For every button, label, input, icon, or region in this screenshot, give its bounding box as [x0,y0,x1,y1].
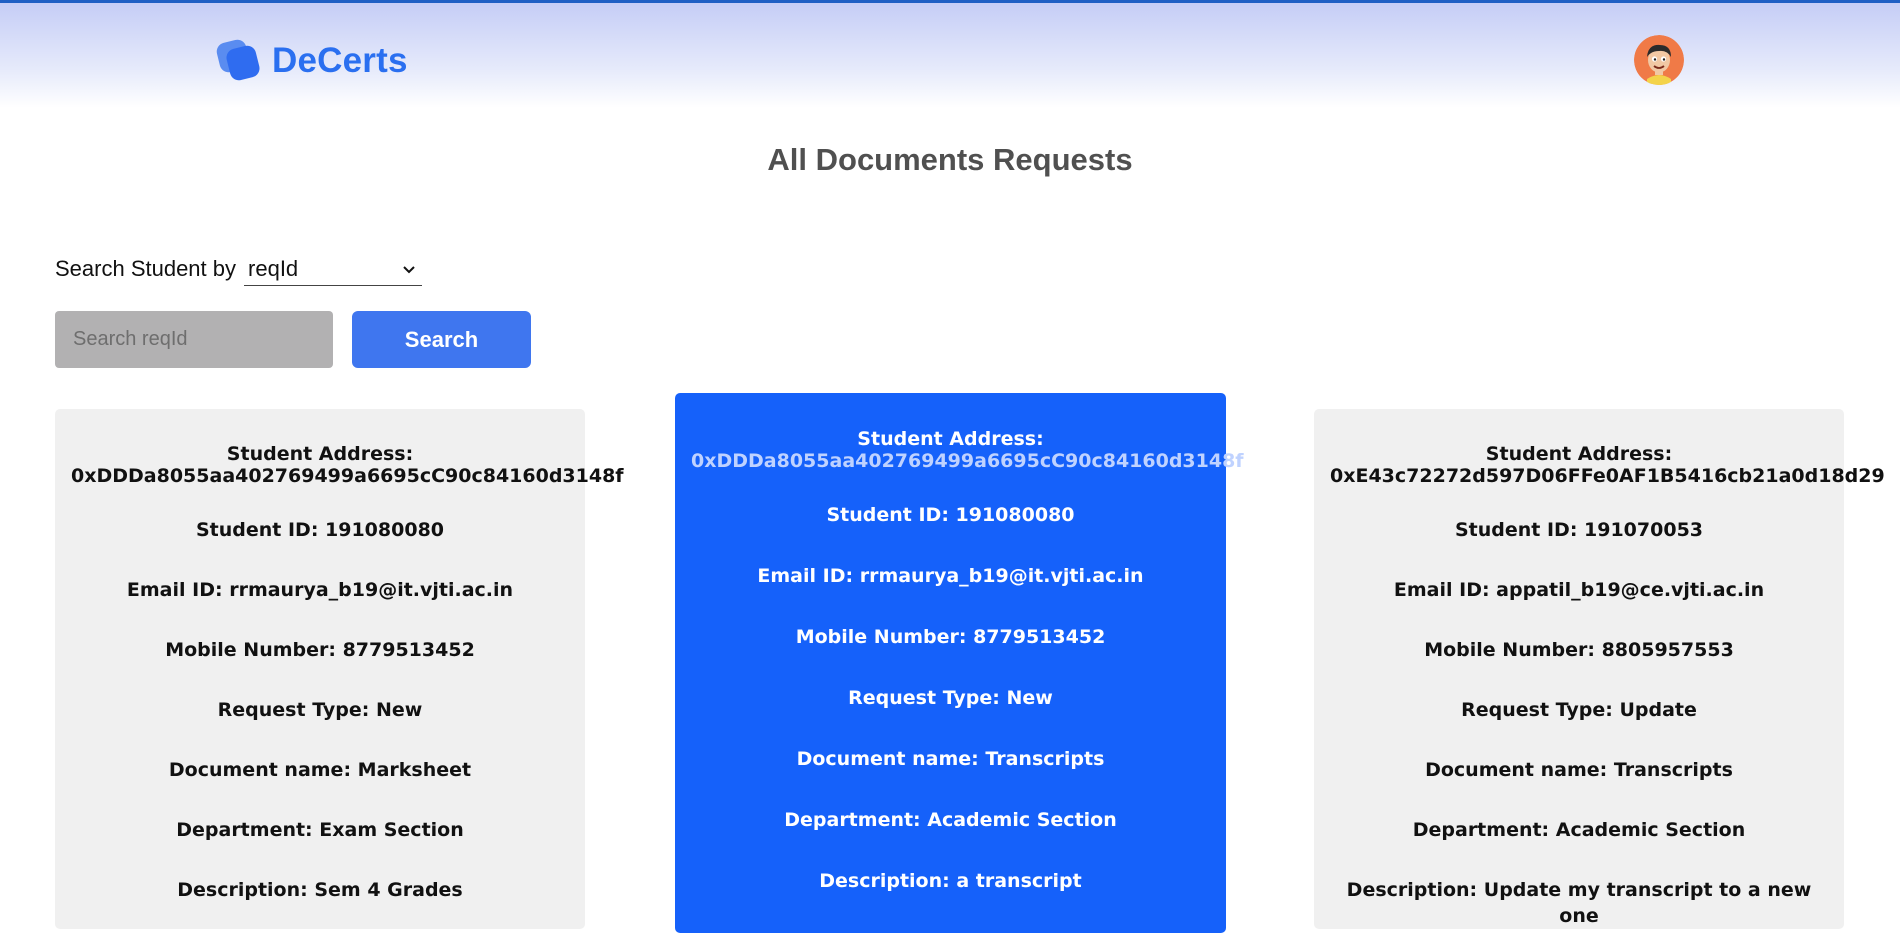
mobile-number: Mobile Number: 8805957553 [1424,639,1734,661]
student-id: Student ID: 191080080 [826,504,1075,526]
chevron-down-icon [403,265,415,273]
search-input[interactable] [55,311,333,368]
student-id: Student ID: 191070053 [1454,519,1704,541]
email-id: Email ID: rrmaurya_b19@it.vjti.ac.in [757,565,1144,587]
user-avatar-icon[interactable] [1634,35,1684,85]
student-address-value: 0xDDDa8055aa402769499a6695cC90c84160d314… [71,465,624,487]
student-address: Student Address: 0xDDDa8055aa402769499a6… [691,428,1244,472]
decerts-logo-icon [214,37,262,83]
department: Department: Academic Section [784,809,1117,831]
app-header: DeCerts [0,3,1900,108]
request-type: Request Type: New [848,687,1053,709]
search-field-select[interactable]: reqId [244,252,423,286]
student-address-value: 0xE43c72272d597D06FFe0AF1B5416cb21a0d18d… [1330,465,1885,487]
email-id: Email ID: appatil_b19@ce.vjti.ac.in [1393,579,1765,601]
document-name: Document name: Transcripts [796,748,1105,770]
request-card[interactable]: Student Address: 0xDDDa8055aa402769499a6… [55,409,624,929]
search-button[interactable]: Search [352,311,531,368]
description: Description: Sem 4 Grades [177,879,463,901]
page-title: All Documents Requests [767,142,1133,177]
search-field-selected-value: reqId [248,255,299,281]
student-address-label: Student Address: [1485,443,1673,465]
request-card-selected[interactable]: Student Address: 0xDDDa8055aa402769499a6… [675,393,1244,933]
student-id: Student ID: 191080080 [195,519,445,541]
student-address: Student Address: 0xDDDa8055aa402769499a6… [71,443,624,487]
mobile-number: Mobile Number: 8779513452 [795,626,1106,648]
brand-name: DeCerts [272,41,408,80]
student-address: Student Address: 0xE43c72272d597D06FFe0A… [1330,443,1885,487]
search-by-row: Search Student by reqId [55,252,423,286]
search-by-label: Search Student by [55,256,237,281]
description: Description: a transcript [819,870,1082,892]
description: Description: Update my transcript to a n… [1346,879,1812,927]
email-id: Email ID: rrmaurya_b19@it.vjti.ac.in [126,579,514,601]
document-name: Document name: Marksheet [168,759,472,781]
request-type: Request Type: Update [1461,699,1697,721]
department: Department: Exam Section [176,819,464,841]
document-name: Document name: Transcripts [1425,759,1733,781]
mobile-number: Mobile Number: 8779513452 [165,639,475,661]
student-address-label: Student Address: [857,428,1044,450]
brand-logo[interactable]: DeCerts [214,37,408,83]
request-type: Request Type: New [217,699,423,721]
request-card[interactable]: Student Address: 0xE43c72272d597D06FFe0A… [1314,409,1885,929]
student-address-value: 0xDDDa8055aa402769499a6695cC90c84160d314… [691,450,1244,472]
student-address-label: Student Address: [226,443,414,465]
department: Department: Academic Section [1412,819,1746,841]
